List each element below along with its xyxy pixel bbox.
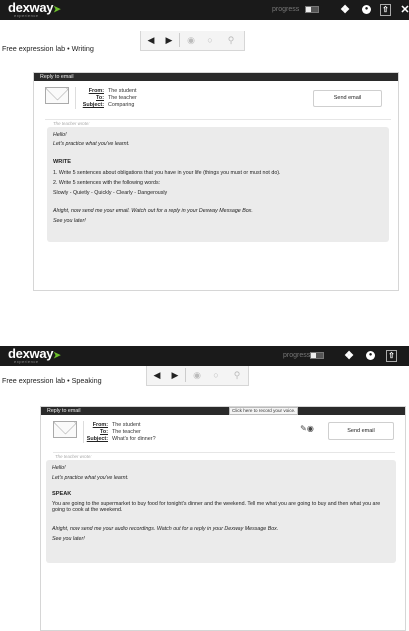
panel-title: Reply to email [40,74,74,80]
exit-door-icon[interactable]: ⇧ [386,350,397,362]
divider [179,33,180,47]
from-value: The student [108,88,137,94]
task-title: WRITE [53,159,72,165]
speech-bubble-icon[interactable]: ❖ [338,3,352,17]
gear-icon[interactable]: ● [366,351,375,360]
grammar-icon[interactable]: ○ [204,34,216,46]
exit-door-icon[interactable]: ⇧ [380,4,391,16]
gear-icon[interactable]: ● [362,5,371,14]
progress-fill [311,353,316,358]
progress-label: progress [283,352,311,359]
to-label: To: [96,95,104,101]
next-arrow-icon[interactable]: ▶ [163,34,175,46]
previous-arrow-icon[interactable]: ◀ [145,34,157,46]
send-email-button[interactable]: Send email [328,422,394,440]
progress-bar [310,352,324,359]
from-value: The student [112,422,141,428]
panel-title: Reply to email [47,408,81,414]
message-signoff: See you later! [52,536,85,542]
divider [185,368,186,382]
progress-fill [306,7,311,12]
message-signoff: See you later! [53,218,86,224]
speaking-screenshot: dexway➤ experience progress ❖ ● ⇧ Free e… [0,346,409,631]
progress-bar [305,6,319,13]
panel-header: Reply to email [34,73,398,81]
task-line: You are going to the supermarket to buy … [52,501,381,513]
message-closing: Alright, now send me your audio recordin… [52,526,279,532]
logo-subtitle: experience [14,13,39,18]
breadcrumb: Free expression lab • Writing [2,44,94,53]
tip-bulb-icon[interactable]: ⚲ [225,34,237,46]
navigation-bar: ◀ ▶ ◉ ○ ⚲ [140,31,245,51]
send-email-button[interactable]: Send email [313,90,382,107]
tip-bulb-icon[interactable]: ⚲ [231,369,243,381]
teacher-message: Hello! Let's practice what you've learnt… [47,127,389,242]
next-arrow-icon[interactable]: ▶ [169,369,181,381]
message-closing: Alright, now send me your email. Watch o… [53,208,253,214]
task-line: Slowly - Quietly - Quickly - Clearly - D… [53,190,168,196]
from-label: From: [92,422,108,428]
record-tooltip: Click here to record your voice. [229,407,299,415]
subject-value: What's for dinner? [112,436,156,442]
subject-label: Subject: [82,102,104,108]
subject-label: Subject: [86,436,108,442]
to-value: The teacher [108,95,137,101]
message-intro: Let's practice what you've learnt. [53,141,130,147]
message-divider [45,119,391,120]
from-label: From: [88,88,104,94]
teacher-wrote-label: The teacher wrote: [53,121,90,126]
reply-email-panel: Reply to email Click here to record your… [40,406,406,631]
message-greeting: Hello! [53,132,67,138]
to-value: The teacher [112,429,141,435]
subject-value: Comparing [108,102,135,108]
message-greeting: Hello! [52,465,66,471]
audio-icon[interactable]: ◉ [191,369,203,381]
task-title: SPEAK [52,491,72,497]
message-intro: Let's practice what you've learnt. [52,475,129,481]
speech-bubble-icon[interactable]: ❖ [342,349,356,363]
envelope-icon [45,87,69,104]
audio-icon[interactable]: ◉ [185,34,197,46]
writing-screenshot: dexway➤ experience progress ❖ ● ⇧ ✕ Free… [0,0,409,292]
to-label: To: [100,429,108,435]
top-bar: dexway➤ experience progress ❖ ● ⇧ [0,346,409,366]
progress-label: progress [272,6,300,13]
navigation-bar: ◀ ▶ ◉ ○ ⚲ [146,366,249,386]
reply-email-panel: Reply to email From: The student To: The… [33,72,399,291]
envelope-icon [53,421,77,438]
teacher-message: Hello! Let's practice what you've learnt… [46,460,396,563]
previous-arrow-icon[interactable]: ◀ [151,369,163,381]
grammar-icon[interactable]: ○ [210,369,222,381]
breadcrumb: Free expression lab • Speaking [2,376,102,385]
close-icon[interactable]: ✕ [398,3,409,17]
top-bar: dexway➤ experience progress ❖ ● ⇧ ✕ [0,0,409,20]
task-line: 1. Write 5 sentences about obligations t… [53,170,281,176]
message-divider [53,452,395,453]
microphone-record-icon[interactable]: ✎◉ [296,423,318,435]
task-line: 2. Write 5 sentences with the following … [53,180,161,186]
panel-header: Reply to email [41,407,405,415]
teacher-wrote-label: The teacher wrote: [55,454,92,459]
logo-subtitle: experience [14,359,39,364]
